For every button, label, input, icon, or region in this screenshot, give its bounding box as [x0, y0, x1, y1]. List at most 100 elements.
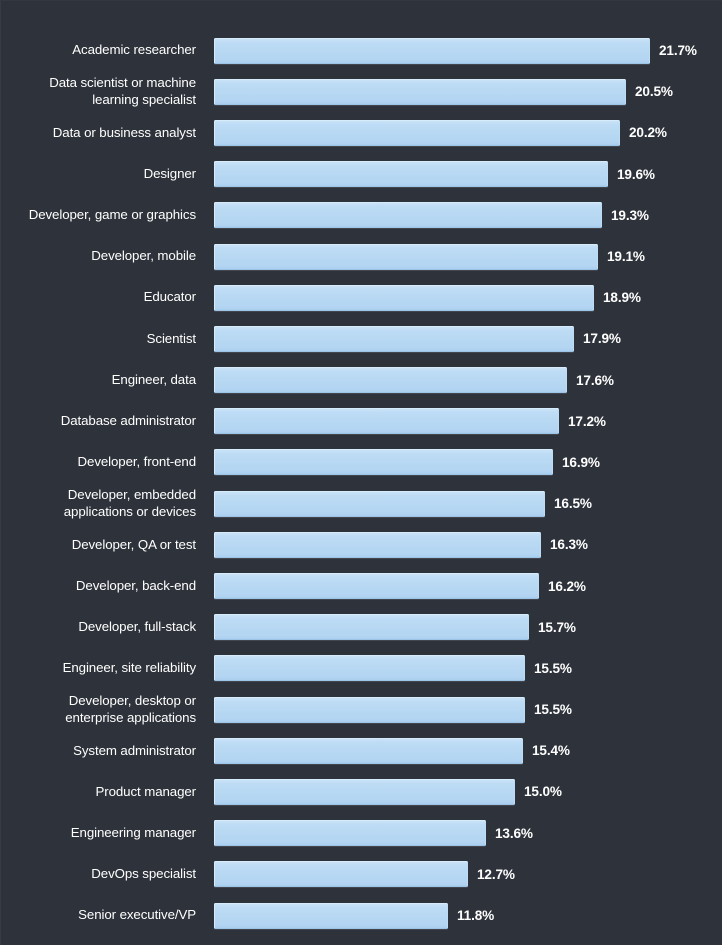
bar-value-label: 12.7%: [477, 866, 515, 882]
bar-track: 16.5%: [214, 483, 722, 524]
chart-row: Designer 19.6%: [1, 154, 722, 195]
bar-category-label: Developer, back-end: [75, 577, 196, 593]
bar-track: 19.1%: [214, 236, 722, 277]
bar-category-label: Data or business analyst: [52, 124, 196, 140]
chart-row: Developer, mobile 19.1%: [1, 236, 722, 277]
bar[interactable]: [214, 243, 598, 270]
bar-value-label: 15.4%: [532, 743, 570, 759]
bar[interactable]: [214, 37, 650, 64]
chart-rows: Academic researcher 21.7% Data scientist o…: [1, 30, 722, 936]
chart-row: Developer, game or graphics 19.3%: [1, 195, 722, 236]
bar[interactable]: [214, 778, 515, 805]
bar[interactable]: [214, 614, 529, 641]
bar-category-label: Developer, QA or test: [71, 536, 196, 552]
bar-value-label: 11.8%: [457, 908, 495, 924]
bar[interactable]: [214, 161, 608, 188]
bar[interactable]: [214, 655, 525, 682]
chart-row: Engineering manager 13.6%: [1, 813, 722, 854]
chart-row: Developer, embedded applications or devi…: [1, 483, 722, 524]
bar[interactable]: [214, 367, 567, 394]
chart-row: Developer, full-stack 15.7%: [1, 607, 722, 648]
bar[interactable]: [214, 78, 626, 105]
chart-row: Academic researcher 21.7%: [1, 30, 722, 71]
bar-track: 15.4%: [214, 730, 722, 771]
bar-value-label: 15.5%: [534, 660, 572, 676]
bar-category-label: System administrator: [73, 742, 196, 758]
bar-track: 13.6%: [214, 813, 722, 854]
horizontal-bar-chart: Academic researcher 21.7% Data scientist o…: [0, 0, 722, 945]
bar-value-label: 17.6%: [576, 372, 614, 388]
bar[interactable]: [214, 284, 594, 311]
chart-row: Educator 18.9%: [1, 277, 722, 318]
bar-track: 17.2%: [214, 401, 722, 442]
chart-row: Developer, back-end 16.2%: [1, 565, 722, 606]
bar[interactable]: [214, 861, 468, 888]
bar-value-label: 16.3%: [550, 537, 588, 553]
bar-category-label: Developer, game or graphics: [28, 207, 196, 223]
bar[interactable]: [214, 490, 545, 517]
bar-category-label: Engineering manager: [70, 824, 196, 840]
bar-track: 21.7%: [214, 30, 722, 71]
bar[interactable]: [214, 119, 620, 146]
bar[interactable]: [214, 202, 602, 229]
bar-category-label: Engineer, data: [111, 371, 196, 387]
bar[interactable]: [214, 573, 539, 600]
chart-row: Data or business analyst 20.2%: [1, 112, 722, 153]
bar-category-label: Developer, desktop or enterprise applica…: [65, 693, 196, 725]
bar-category-label: DevOps specialist: [91, 866, 196, 882]
bar-value-label: 15.5%: [534, 702, 572, 718]
bar[interactable]: [214, 408, 559, 435]
chart-row: Senior executive/VP 11.8%: [1, 895, 722, 936]
bar-category-label: Developer, mobile: [91, 248, 196, 264]
bar-track: 15.0%: [214, 771, 722, 812]
bar[interactable]: [214, 737, 523, 764]
bar-category-label: Educator: [143, 289, 197, 305]
bar-value-label: 17.9%: [583, 331, 621, 347]
bar-track: 19.6%: [214, 154, 722, 195]
bar-category-label: Scientist: [146, 330, 196, 346]
chart-row: Engineer, site reliability 15.5%: [1, 648, 722, 689]
bar-value-label: 16.2%: [548, 578, 586, 594]
bar-category-label: Developer, full-stack: [78, 618, 196, 634]
bar[interactable]: [214, 820, 486, 847]
bar-category-label: Academic researcher: [72, 42, 196, 58]
bar-value-label: 17.2%: [568, 413, 606, 429]
bar-value-label: 19.1%: [607, 249, 645, 265]
chart-row: Data scientist or machine learning speci…: [1, 71, 722, 112]
bar[interactable]: [214, 531, 541, 558]
bar-track: 17.6%: [214, 360, 722, 401]
bar-value-label: 16.5%: [554, 496, 592, 512]
bar-track: 18.9%: [214, 277, 722, 318]
chart-row: Developer, front-end 16.9%: [1, 442, 722, 483]
bar-category-label: Data scientist or machine learning speci…: [49, 75, 196, 107]
chart-row: System administrator 15.4%: [1, 730, 722, 771]
chart-row: DevOps specialist 12.7%: [1, 854, 722, 895]
chart-row: Developer, QA or test 16.3%: [1, 524, 722, 565]
chart-row: Product manager 15.0%: [1, 771, 722, 812]
bar-track: 15.5%: [214, 689, 722, 730]
bar-category-label: Designer: [143, 165, 197, 181]
bar-category-label: Database administrator: [60, 413, 196, 429]
bar-value-label: 20.2%: [629, 125, 667, 141]
chart-row: Scientist 17.9%: [1, 318, 722, 359]
bar-category-label: Engineer, site reliability: [62, 660, 197, 676]
bar-value-label: 16.9%: [562, 454, 600, 470]
bar-track: 15.7%: [214, 607, 722, 648]
bar[interactable]: [214, 902, 448, 929]
bar[interactable]: [214, 325, 574, 352]
bar-track: 20.5%: [214, 71, 722, 112]
bar-value-label: 13.6%: [495, 825, 533, 841]
bar-category-label: Senior executive/VP: [78, 907, 196, 923]
bar-value-label: 19.6%: [617, 166, 655, 182]
bar-track: 15.5%: [214, 648, 722, 689]
bar-value-label: 21.7%: [659, 43, 697, 59]
bar-category-label: Product manager: [95, 783, 197, 799]
bar-track: 12.7%: [214, 854, 722, 895]
bar-track: 16.3%: [214, 524, 722, 565]
bar[interactable]: [214, 449, 553, 476]
bar-track: 20.2%: [214, 112, 722, 153]
bar[interactable]: [214, 696, 525, 723]
chart-row: Database administrator 17.2%: [1, 401, 722, 442]
bar-track: 16.9%: [214, 442, 722, 483]
bar-category-label: Developer, embedded applications or devi…: [63, 487, 196, 519]
